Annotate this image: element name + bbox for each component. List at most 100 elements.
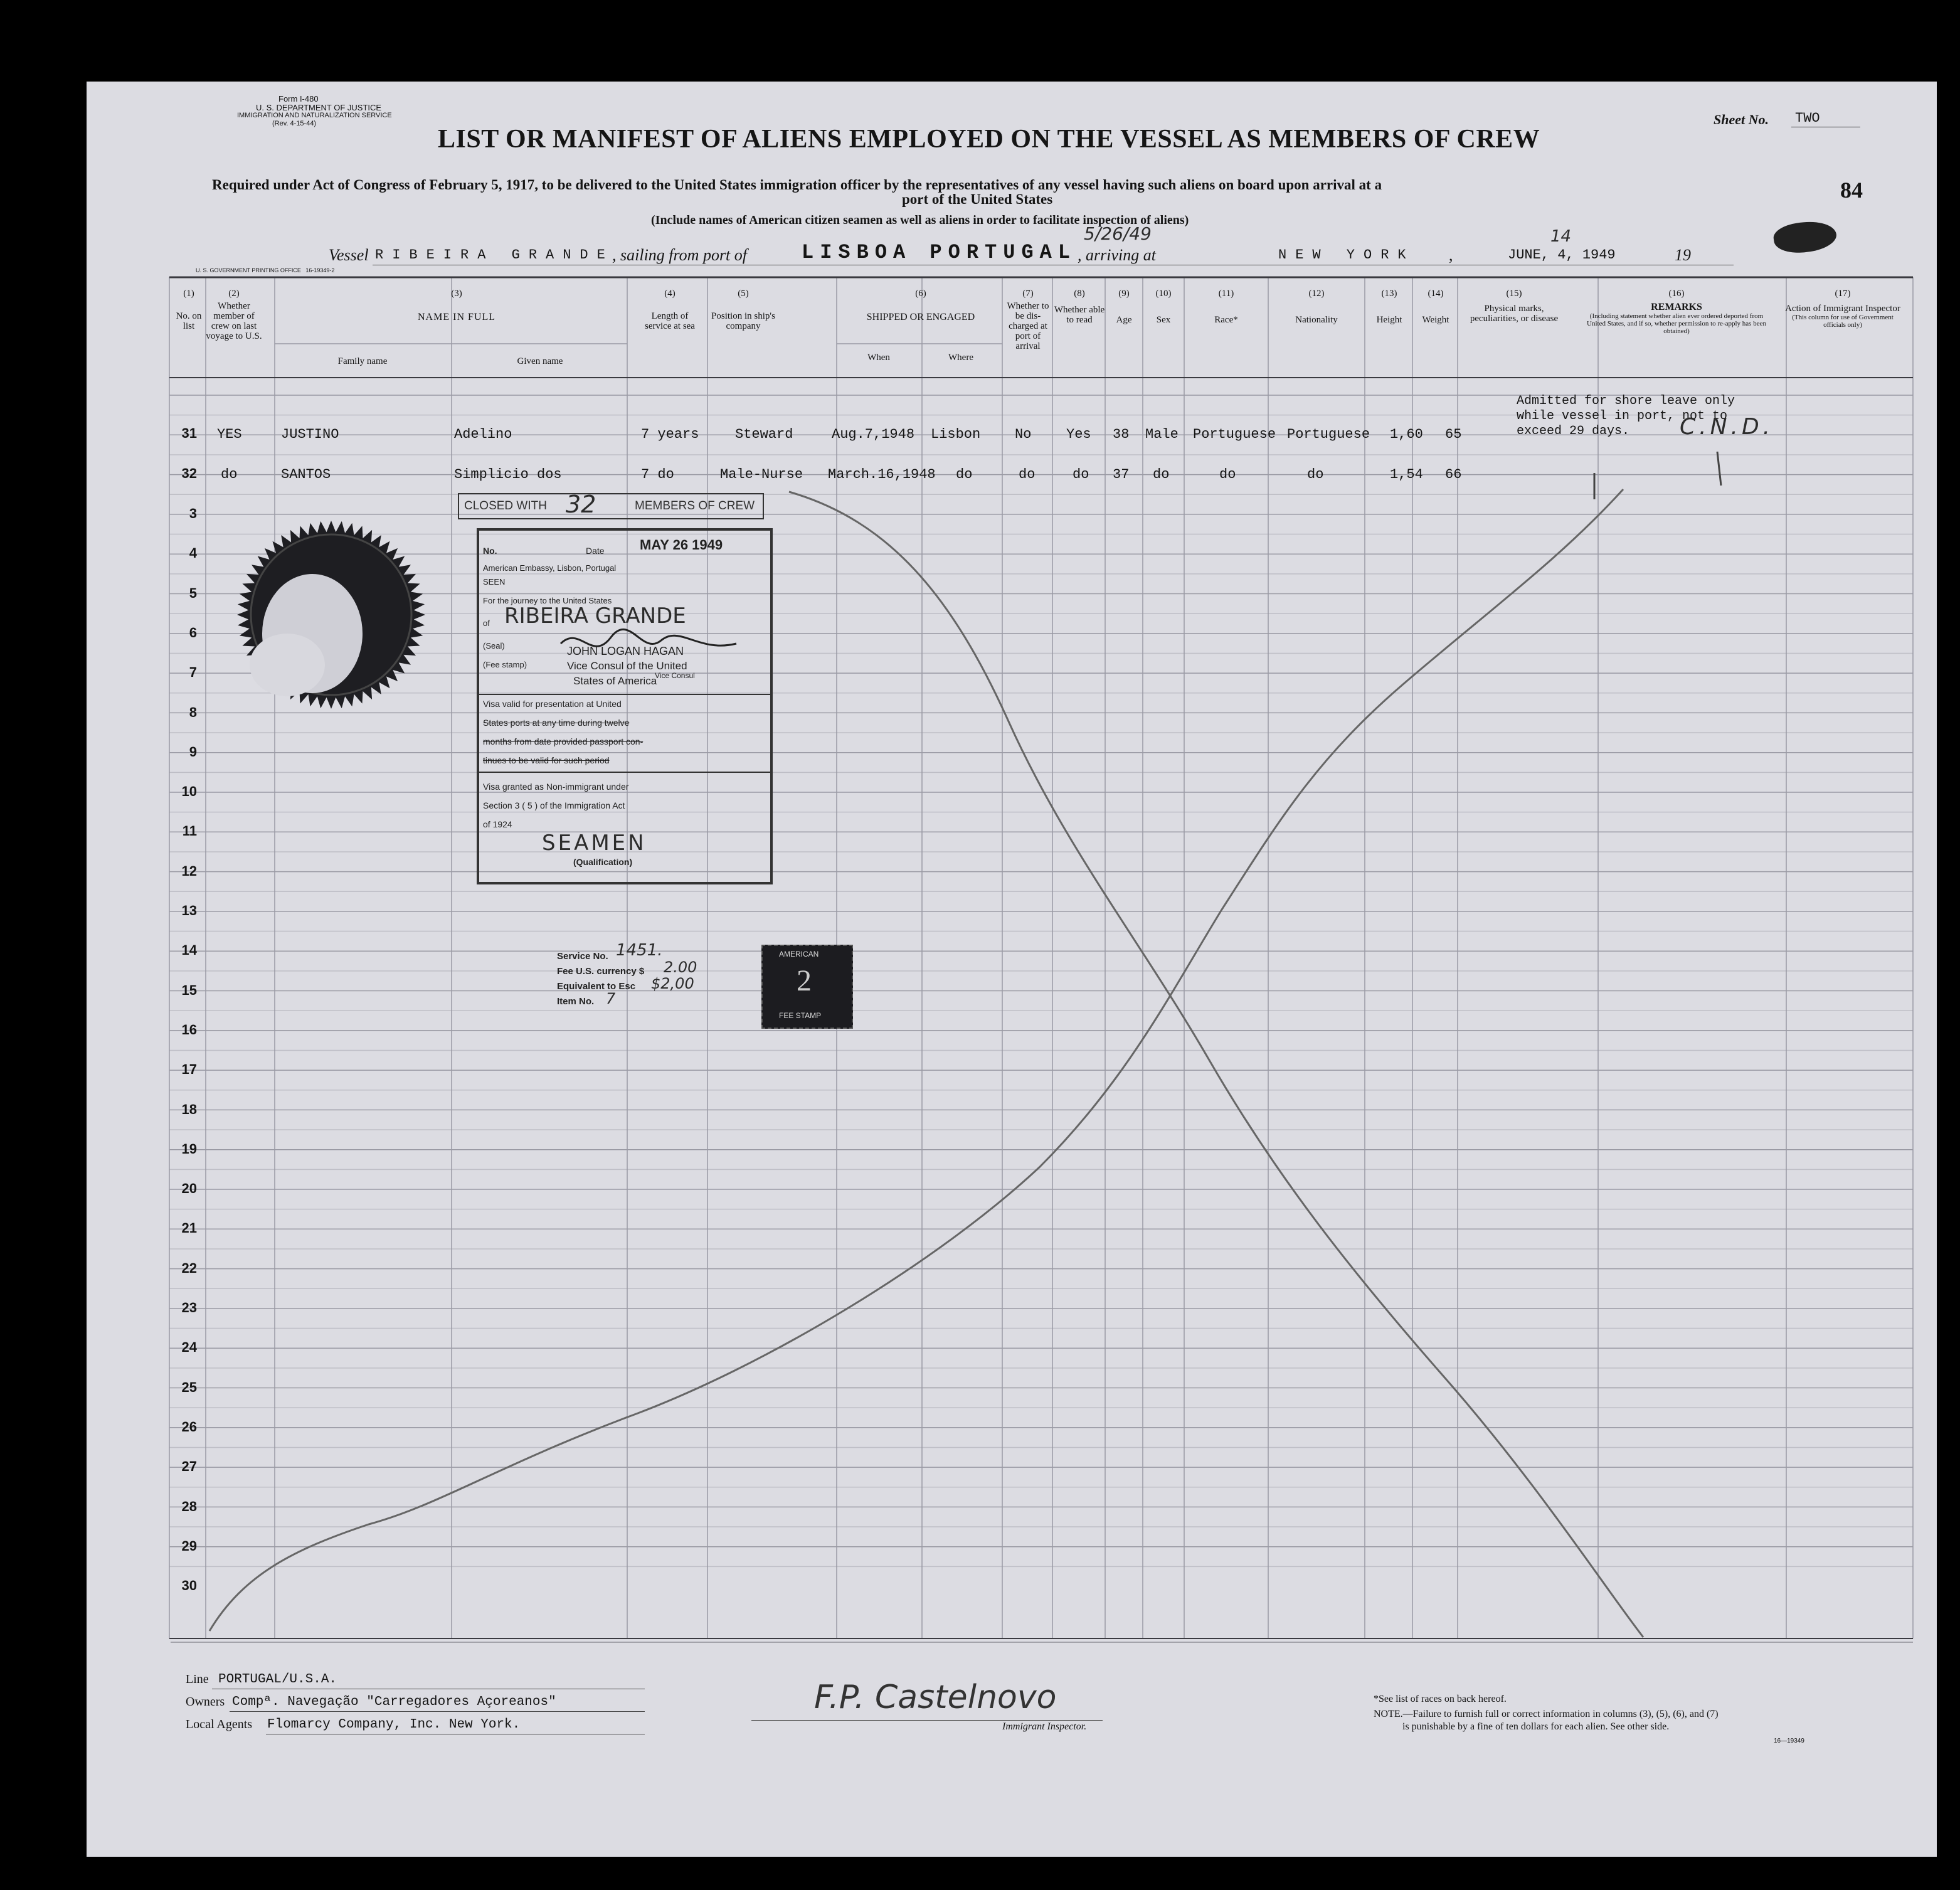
cell-discharged: No — [1015, 427, 1032, 442]
fee-equivalent-label: Equivalent to Esc — [557, 981, 636, 992]
row-number: 14 — [181, 942, 197, 958]
fee-currency-value: 2.00 — [664, 958, 697, 976]
cell-height: 1,60 — [1390, 427, 1423, 442]
visa-class-sub: (Qualification) — [573, 857, 633, 867]
col10-header: (10) Sex — [1143, 289, 1184, 325]
subtitle-port: port of the United States — [902, 191, 1053, 207]
col1-num: (1) — [183, 289, 194, 299]
row-number: 4 — [189, 545, 197, 561]
col12-num: (12) — [1308, 289, 1325, 299]
row-number: 16 — [181, 1021, 197, 1038]
col1-header: (1) No. on list — [173, 289, 204, 331]
revenue-stamp: AMERICAN 2 FEE STAMP — [761, 945, 853, 1029]
cell-read: Yes — [1066, 427, 1091, 442]
col12-header: (12) Nationality — [1269, 289, 1364, 325]
fee-item-label: Item No. — [557, 996, 595, 1007]
remarks-initials: C.N.D. — [1680, 414, 1774, 440]
cell-family-name: SANTOS — [281, 467, 331, 482]
vessel-name: RIBEIRA GRANDE — [375, 247, 614, 263]
revenue-stamp-value: 2 — [797, 964, 812, 997]
department: U. S. DEPARTMENT OF JUSTICE — [256, 103, 382, 112]
handwritten-day: 14 — [1550, 227, 1572, 246]
footer-owners-label: Owners — [186, 1695, 225, 1709]
note-penalty: NOTE.—Failure to furnish full or correct… — [1374, 1709, 1719, 1720]
cell-age: 38 — [1113, 427, 1130, 442]
row-number: 3 — [189, 506, 197, 521]
service-name: IMMIGRATION AND NATURALIZATION SERVICE — [237, 112, 392, 119]
col2-header: (2) Whether member of crew on last voyag… — [206, 289, 262, 341]
visa-date-label: Date — [586, 546, 605, 556]
row-number: 13 — [181, 903, 197, 918]
revenue-stamp-top: AMERICAN — [779, 950, 819, 958]
col13-header: (13) Height — [1366, 289, 1412, 325]
cell-member: YES — [217, 427, 242, 442]
col9-header: (9) Age — [1106, 289, 1142, 325]
row-number: 17 — [181, 1061, 197, 1078]
row-number: 22 — [181, 1260, 197, 1276]
row-number: 23 — [181, 1300, 197, 1315]
col6-header: (6) SHIPPED OR ENGAGED — [839, 289, 1002, 322]
printing-office-text: U. S. GOVERNMENT PRINTING OFFICE — [196, 267, 301, 273]
row-number: 9 — [189, 743, 197, 760]
cell-nationality: Portuguese — [1287, 427, 1370, 442]
footer-agents-value: Flomarcy Company, Inc. New York. — [267, 1717, 521, 1732]
cell-position: Steward — [735, 427, 793, 442]
arriving-label: , arriving at — [1078, 246, 1156, 264]
row-number: 19 — [181, 1140, 197, 1157]
closed-right: MEMBERS OF CREW — [635, 499, 755, 512]
col16-num: (16) — [1668, 289, 1685, 299]
col6-label: SHIPPED OR ENGAGED — [866, 312, 975, 322]
cell-service: 7 do — [641, 467, 674, 482]
col6-where-header: Where — [948, 353, 973, 363]
col8-label: Whether able to read — [1054, 305, 1105, 325]
visa-class: SEAMEN — [542, 831, 647, 856]
visa-stamp: No. Date MAY 26 1949 American Embassy, L… — [477, 528, 773, 884]
fee-equivalent-value: $2,00 — [651, 975, 694, 992]
cell-member: do — [221, 467, 238, 482]
visa-seen: SEEN — [483, 577, 506, 587]
row-number: 15 — [181, 982, 197, 998]
footer-line-label: Line — [186, 1672, 209, 1686]
sheet-value: TWO — [1795, 110, 1820, 126]
footer-rule — [230, 1711, 645, 1712]
visa-date: MAY 26 1949 — [640, 537, 723, 553]
col5-num: (5) — [738, 289, 749, 299]
printing-office: U. S. GOVERNMENT PRINTING OFFICE 16-1934… — [196, 267, 334, 273]
fee-item-value: 7 — [606, 990, 616, 1007]
visa-fee-stamp: (Fee stamp) — [483, 660, 527, 669]
row-number: 12 — [181, 863, 197, 879]
col3-num: (3) — [451, 289, 462, 299]
port-of-departure: LISBOA PORTUGAL — [802, 241, 1077, 264]
col14-label: Weight — [1422, 315, 1449, 325]
row-number: 31 — [181, 425, 197, 441]
cell-read: do — [1073, 467, 1089, 482]
col9-label: Age — [1116, 315, 1132, 325]
visa-no-label: No. — [483, 546, 497, 556]
col5-header: (5) Position in ship's company — [709, 289, 778, 331]
remarks-line-1: Admitted for shore leave only — [1517, 394, 1735, 408]
vessel-label: Vessel — [329, 246, 369, 264]
col16-label: REMARKS — [1651, 302, 1702, 312]
cell-sex: Male — [1145, 427, 1179, 442]
row-number: 8 — [189, 704, 197, 720]
col16-header: (16) REMARKS (Including statement whethe… — [1586, 289, 1767, 335]
col8-header: (8) Whether able to read — [1054, 289, 1105, 325]
row-number: 21 — [181, 1220, 197, 1236]
remarks-line-3: exceed 29 days. — [1517, 424, 1630, 438]
row-number: 26 — [181, 1418, 197, 1435]
col17-num: (17) — [1835, 289, 1851, 299]
revenue-stamp-bottom: FEE STAMP — [779, 1011, 822, 1020]
manifest-sheet: Form I-480 U. S. DEPARTMENT OF JUSTICE I… — [87, 82, 1937, 1857]
cell-where: do — [956, 467, 973, 482]
closed-left: CLOSED WITH — [464, 499, 547, 512]
row-number: 18 — [181, 1101, 197, 1117]
footer-line-value: PORTUGAL/U.S.A. — [218, 1672, 337, 1687]
cell-service: 7 years — [641, 427, 699, 442]
fee-service-value: 1451. — [616, 941, 663, 960]
col12-label: Nationality — [1295, 315, 1338, 325]
cell-nationality: do — [1307, 467, 1324, 482]
visa-granted-2: Section 3 ( 5 ) of the Immigration Act — [483, 800, 625, 810]
col11-header: (11) Race* — [1185, 289, 1267, 325]
cell-weight: 66 — [1445, 467, 1462, 482]
cell-given-name: Simplicio dos — [454, 467, 562, 482]
